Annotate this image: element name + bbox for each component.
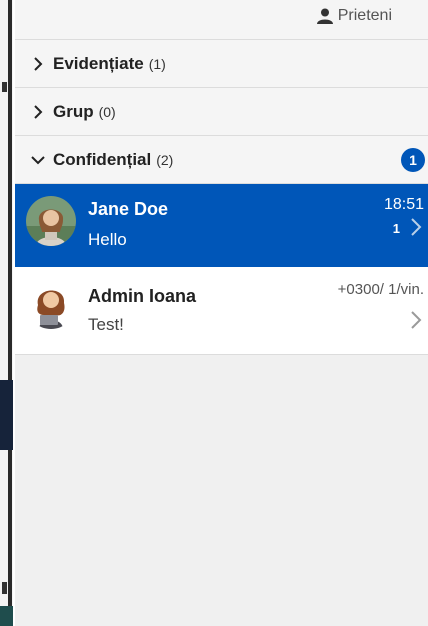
contact-name: Admin Ioana [88,286,197,306]
chevron-right-icon [411,218,422,236]
background-window-edge [0,0,13,626]
unread-count: 1 [392,221,400,236]
group-name: Evidențiate [53,53,144,73]
group-count: (1) [148,55,166,72]
contact-name: Jane Doe [88,199,169,219]
person-icon [316,8,333,24]
chevron-down-icon [31,155,45,164]
edge-mark [2,582,7,594]
message-time: 18:51 [383,196,424,213]
group-confidential[interactable]: Confidențial (2) 1 [15,136,428,184]
panel-header: Prieteni [15,0,428,40]
group-group[interactable]: Grup (0) [15,88,428,136]
group-name: Grup [53,101,94,121]
contacts-panel: Prieteni Evidențiate (1) Grup (0) Confid… [15,0,428,626]
group-highlighted[interactable]: Evidențiate (1) [15,40,428,88]
chat-item-admin-ioana[interactable]: Admin Ioana Test! +0300/ 1/vin. [15,267,428,355]
last-message: Test! [88,315,124,334]
avatar [26,196,76,246]
group-name: Confidențial [53,149,152,169]
edge-block [0,380,13,450]
avatar [26,279,76,329]
last-message: Hello [88,230,127,249]
chat-item-jane-doe[interactable]: Jane Doe Hello 18:51 1 [15,184,428,267]
group-count: (2) [156,151,174,168]
window-border [8,0,12,626]
unread-badge: 1 [401,148,425,172]
edge-block [0,606,13,626]
friends-button[interactable]: Prieteni [316,7,392,25]
chevron-right-icon [34,56,43,71]
chevron-right-icon [34,104,43,119]
message-time: +0300/ 1/vin. [337,281,424,298]
group-count: (0) [98,103,116,120]
chevron-right-icon [411,311,422,329]
edge-mark [2,82,7,92]
friends-label: Prieteni [337,6,392,24]
